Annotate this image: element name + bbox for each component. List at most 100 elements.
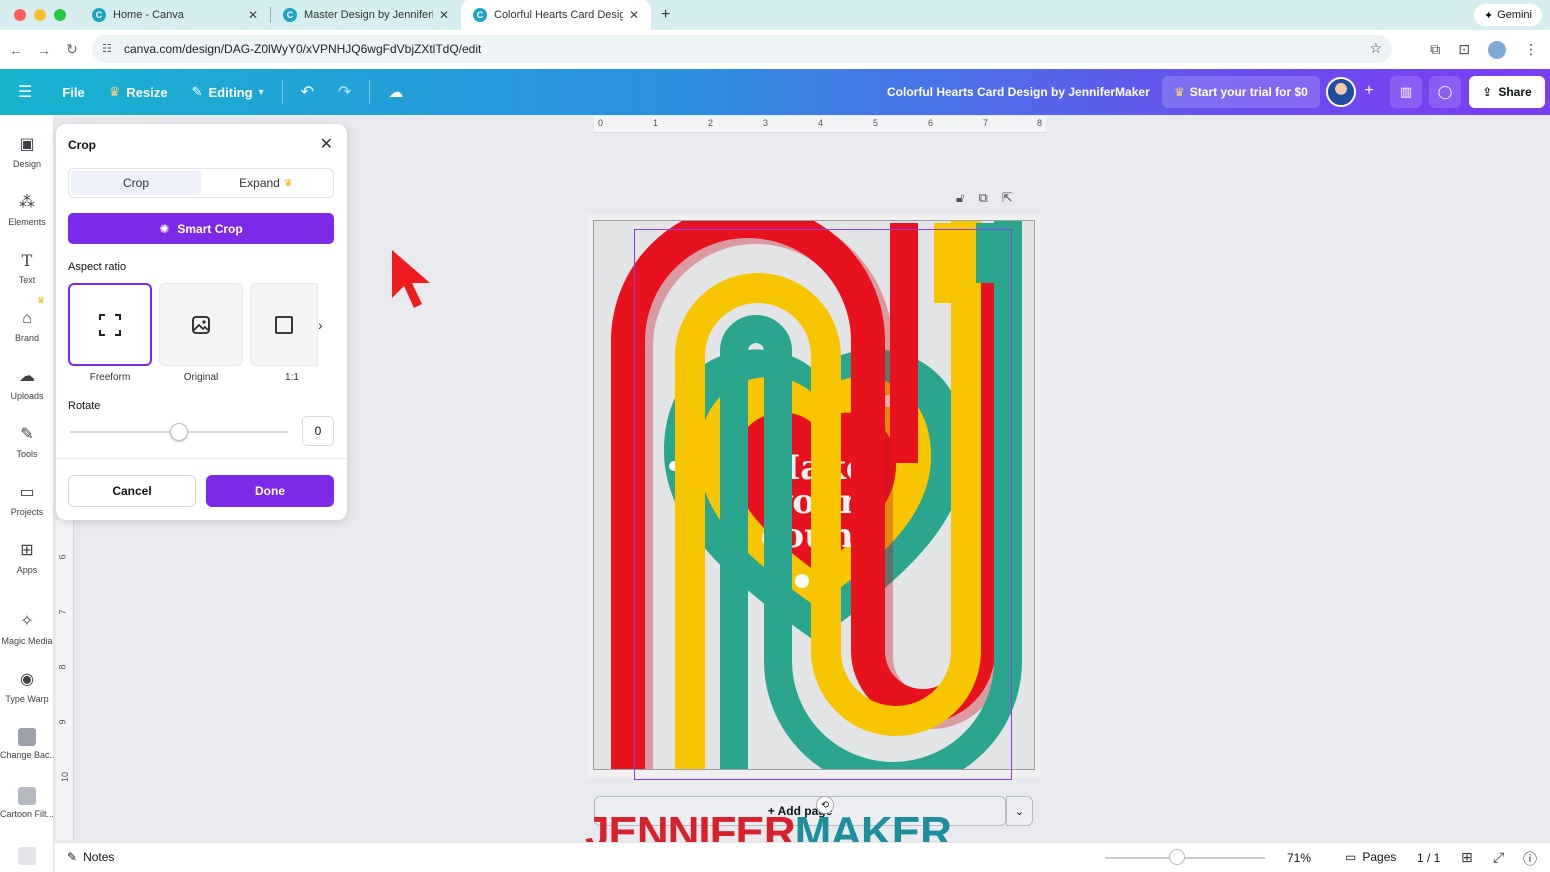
rail-item-type-warp[interactable]: ◉ Type Warp bbox=[0, 670, 54, 704]
crop-frame[interactable] bbox=[634, 229, 1012, 780]
file-menu-button[interactable]: File bbox=[50, 69, 96, 115]
redo-icon[interactable]: ↷ bbox=[326, 69, 363, 115]
ruler-top: 0 1 2 3 4 5 6 7 8 bbox=[594, 116, 1046, 133]
pencil-icon: ✎ bbox=[191, 84, 203, 99]
new-tab-button[interactable]: + bbox=[661, 6, 670, 24]
rail-label: Apps bbox=[16, 565, 38, 575]
tab-search-icon[interactable]: ⊡ bbox=[1458, 41, 1470, 58]
maximize-window-button[interactable] bbox=[54, 9, 66, 21]
text-icon: T bbox=[21, 251, 33, 270]
rail-item-change-background[interactable]: Change Bac... bbox=[0, 728, 54, 760]
magic-media-icon: ✧ bbox=[20, 613, 34, 630]
share-button[interactable]: ⇪ Share bbox=[1469, 76, 1545, 108]
site-settings-icon[interactable]: ☷ bbox=[102, 42, 112, 55]
cancel-button[interactable]: Cancel bbox=[68, 475, 196, 507]
address-bar[interactable]: ☷ canva.com/design/DAG-Z0lWyY0/xVPNHJQ6w… bbox=[92, 35, 1392, 63]
rail-label: Design bbox=[12, 159, 41, 169]
rail-item-projects[interactable]: ▭ Projects bbox=[0, 483, 54, 517]
start-trial-button[interactable]: ♛ Start your trial for $0 bbox=[1162, 76, 1320, 108]
document-title[interactable]: Colorful Hearts Card Design by JenniferM… bbox=[887, 69, 1150, 115]
zoom-slider-track[interactable] bbox=[1105, 857, 1265, 859]
notes-label: Notes bbox=[83, 850, 115, 864]
close-tab-icon[interactable]: ✕ bbox=[439, 8, 449, 22]
aspect-freeform-button[interactable] bbox=[68, 283, 152, 366]
reload-icon[interactable]: ↻ bbox=[58, 41, 86, 58]
ruler-tick: 2 bbox=[708, 118, 714, 128]
rail-item-uploads[interactable]: ☁ Uploads bbox=[0, 367, 54, 401]
help-icon[interactable]: ⓘ bbox=[1523, 849, 1537, 869]
editing-mode-button[interactable]: ✎ Editing ▾ bbox=[180, 69, 276, 115]
tab-crop[interactable]: Crop bbox=[71, 171, 201, 195]
rail-item-apps[interactable]: ⊞ Apps bbox=[0, 541, 54, 575]
rail-item-brand[interactable]: ⌂ Brand ♛ bbox=[0, 295, 54, 343]
rail-item-more[interactable] bbox=[0, 847, 54, 865]
browser-toolbar-right: ⧉ ⊡ ⋮ bbox=[1430, 30, 1550, 69]
browser-menu-icon[interactable]: ⋮ bbox=[1524, 41, 1538, 58]
gemini-button[interactable]: ✦ Gemini bbox=[1473, 4, 1542, 26]
zoom-slider-handle[interactable] bbox=[1169, 849, 1185, 865]
browser-tab-active[interactable]: C Colorful Hearts Card Design by Jennife… bbox=[461, 0, 651, 30]
add-collaborator-icon[interactable]: + bbox=[1359, 81, 1379, 101]
tab-expand[interactable]: Expand ♛ bbox=[201, 171, 331, 195]
lock-icon[interactable]: 🔓︎ bbox=[956, 190, 964, 206]
comment-icon[interactable]: ◯ bbox=[1429, 76, 1461, 108]
duplicate-page-icon[interactable]: ⧉ bbox=[978, 190, 987, 206]
expand-label: Expand bbox=[239, 176, 280, 190]
rail-item-tools[interactable]: ✎ Tools bbox=[0, 425, 54, 459]
resize-button[interactable]: ♛ Resize bbox=[97, 69, 180, 115]
editor-header: ☰ File ♛ Resize ✎ Editing ▾ ↶ ↷ ☁ Colorf… bbox=[0, 69, 1550, 115]
uploads-icon: ☁ bbox=[19, 368, 35, 385]
close-icon[interactable]: ✕ bbox=[320, 134, 333, 154]
rail-item-design[interactable]: ▣ Design bbox=[0, 135, 54, 169]
design-icon: ▣ bbox=[19, 136, 35, 153]
close-tab-icon[interactable]: ✕ bbox=[248, 8, 258, 22]
done-button[interactable]: Done bbox=[206, 475, 334, 507]
rotate-slider-handle[interactable] bbox=[170, 423, 188, 441]
back-arrow-icon[interactable]: ← bbox=[2, 42, 30, 58]
main-menu-icon[interactable]: ☰ bbox=[0, 69, 50, 115]
rotate-value-input[interactable]: 0 bbox=[302, 416, 334, 446]
extensions-icon[interactable]: ⧉ bbox=[1430, 41, 1440, 58]
chevron-down-icon[interactable]: ⌄ bbox=[1006, 796, 1033, 826]
ruler-tick: 1 bbox=[653, 118, 659, 128]
forward-arrow-icon[interactable]: → bbox=[30, 42, 58, 58]
rail-label: Uploads bbox=[10, 391, 44, 401]
rail-item-elements[interactable]: ⁂ Elements bbox=[0, 193, 54, 227]
tab-title: Colorful Hearts Card Design by JenniferM… bbox=[494, 9, 623, 21]
rail-item-text[interactable]: T Text bbox=[0, 251, 54, 285]
ruler-tick: 8 bbox=[1037, 118, 1043, 128]
pages-label: Pages bbox=[1362, 850, 1397, 864]
smart-crop-button[interactable]: ✺ Smart Crop bbox=[68, 213, 334, 244]
close-tab-icon[interactable]: ✕ bbox=[629, 8, 639, 22]
insights-chart-icon[interactable]: ▥ bbox=[1390, 76, 1422, 108]
rail-label: Text bbox=[18, 275, 36, 285]
magic-sparkle-icon: ✺ bbox=[159, 221, 170, 236]
undo-icon[interactable]: ↶ bbox=[289, 69, 326, 115]
grid-view-icon[interactable]: ⊞ bbox=[1461, 849, 1473, 866]
rail-item-magic-media[interactable]: ✧ Magic Media bbox=[0, 612, 54, 646]
chevron-right-icon[interactable]: › bbox=[318, 317, 323, 333]
crop-panel-title: Crop bbox=[68, 138, 96, 152]
aspect-square-button[interactable] bbox=[250, 283, 318, 366]
aspect-option-label: Freeform bbox=[89, 372, 131, 383]
cloud-save-icon[interactable]: ☁ bbox=[376, 69, 415, 115]
rail-item-cartoon-filter[interactable]: Cartoon Filt... bbox=[0, 787, 54, 819]
close-window-button[interactable] bbox=[14, 9, 26, 21]
aspect-original-button[interactable] bbox=[159, 283, 243, 366]
browser-tab-strip: C Home - Canva ✕ C Master Design by Jenn… bbox=[0, 0, 1550, 30]
add-page-icon[interactable]: ⇱ bbox=[1002, 190, 1013, 206]
ruler-tick: 5 bbox=[873, 118, 879, 128]
change-background-icon bbox=[18, 728, 36, 746]
pages-button[interactable]: ▭ Pages bbox=[1345, 850, 1396, 864]
user-avatar[interactable] bbox=[1326, 77, 1356, 107]
smart-crop-label: Smart Crop bbox=[177, 221, 243, 236]
zoom-level[interactable]: 71% bbox=[1287, 851, 1311, 865]
bookmark-star-icon[interactable]: ☆ bbox=[1369, 40, 1382, 57]
header-divider bbox=[369, 80, 371, 104]
browser-tab[interactable]: C Home - Canva ✕ bbox=[80, 0, 270, 30]
browser-tab[interactable]: C Master Design by JenniferMaker ✕ bbox=[271, 0, 461, 30]
profile-avatar[interactable] bbox=[1488, 40, 1506, 59]
minimize-window-button[interactable] bbox=[34, 9, 46, 21]
fullscreen-icon[interactable]: ⤢ bbox=[1493, 849, 1504, 866]
notes-button[interactable]: ✎ Notes bbox=[67, 850, 114, 864]
